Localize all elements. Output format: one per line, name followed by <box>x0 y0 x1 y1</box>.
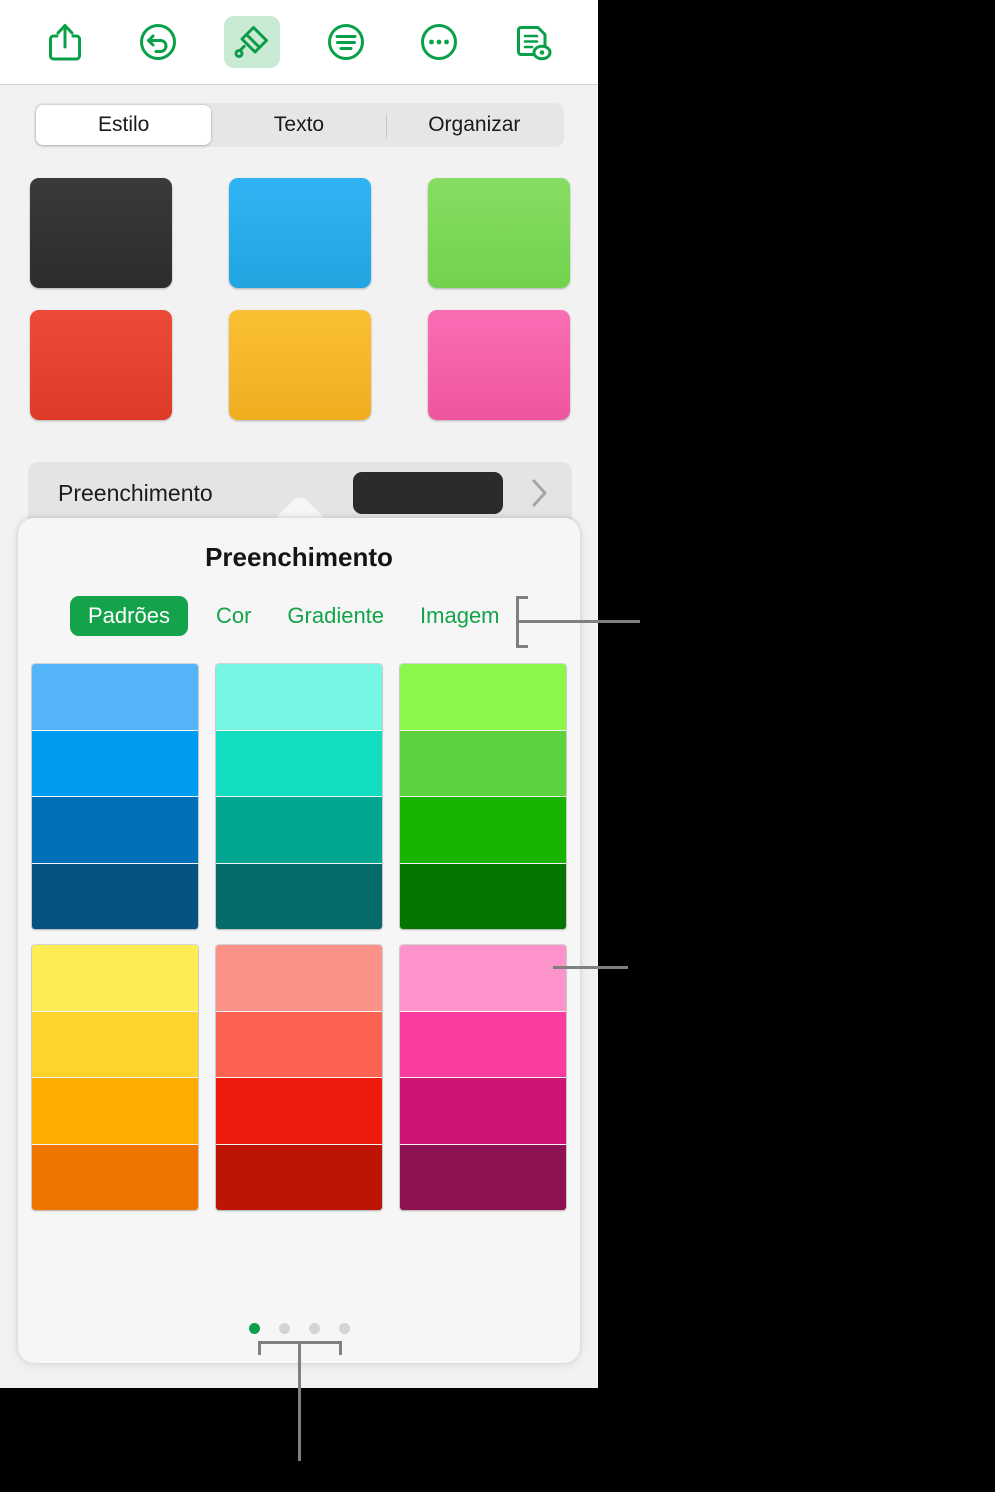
popover-arrow <box>272 488 328 520</box>
page-dot[interactable] <box>248 1322 260 1334</box>
fill-row-label: Preenchimento <box>58 480 213 506</box>
more-icon <box>420 23 458 61</box>
fill-type-gradiente[interactable]: Gradiente <box>287 603 384 629</box>
tab-estilo[interactable]: Estilo <box>36 105 212 145</box>
fill-type-tabs: Padrões Cor Gradiente Imagem <box>18 594 580 638</box>
pattern-band <box>400 664 566 731</box>
pattern-band <box>400 945 566 1012</box>
pattern-band <box>400 1144 566 1210</box>
tab-organizar-label: Organizar <box>428 113 521 136</box>
pattern-band <box>32 1078 198 1145</box>
undo-button[interactable] <box>130 16 186 68</box>
callout-pattern-leader <box>553 966 628 969</box>
toolbar <box>0 0 598 85</box>
page-dots[interactable] <box>18 1318 580 1338</box>
insert-icon <box>327 23 365 61</box>
pattern-band <box>32 730 198 797</box>
style-swatch-green[interactable] <box>428 178 570 288</box>
pattern-band <box>216 1078 382 1145</box>
tab-estilo-label: Estilo <box>97 113 150 136</box>
pattern-band <box>216 1011 382 1078</box>
style-swatch-red[interactable] <box>30 310 172 420</box>
callout-fill-types-bracket-bottom <box>516 645 528 648</box>
pattern-band <box>32 945 198 1012</box>
fill-type-cor[interactable]: Cor <box>216 603 251 629</box>
chevron-right-icon <box>530 478 550 513</box>
document-view-icon <box>514 22 552 62</box>
pattern-band <box>216 730 382 797</box>
pattern-row <box>32 945 566 1210</box>
pattern-band <box>400 1011 566 1078</box>
share-icon <box>48 22 82 62</box>
more-button[interactable] <box>411 16 467 68</box>
pattern-row <box>32 664 566 929</box>
pattern-band <box>400 797 566 864</box>
style-swatch-pink[interactable] <box>428 310 570 420</box>
page-dot[interactable] <box>338 1322 350 1334</box>
pattern-band <box>216 945 382 1012</box>
pattern-band <box>216 863 382 929</box>
share-button[interactable] <box>37 16 93 68</box>
insert-button[interactable] <box>318 16 374 68</box>
tab-texto[interactable]: Texto <box>211 105 387 145</box>
pattern-band <box>32 1011 198 1078</box>
pattern-band <box>400 730 566 797</box>
pattern-band <box>400 863 566 929</box>
pattern-turquoise[interactable] <box>216 664 382 929</box>
callout-fill-types-bracket-top <box>516 596 528 599</box>
callout-page-dots-leader <box>298 1341 301 1461</box>
page-dot[interactable] <box>308 1322 320 1334</box>
panel-tabs: Estilo Texto Organizar <box>34 103 564 147</box>
pattern-blue[interactable] <box>32 664 198 929</box>
pattern-green[interactable] <box>400 664 566 929</box>
pattern-band <box>32 863 198 929</box>
popover-title: Preenchimento <box>205 542 393 572</box>
fill-type-padroes[interactable]: Padrões <box>70 596 188 636</box>
format-panel: Estilo Texto Organizar Preenchimento Pre… <box>0 0 598 1388</box>
pattern-band <box>32 797 198 864</box>
callout-page-dots-bracket-right <box>339 1341 342 1355</box>
style-swatch-row <box>30 310 570 420</box>
pattern-band <box>216 1144 382 1210</box>
fill-color-chip[interactable] <box>353 472 503 514</box>
pattern-grid <box>32 664 566 1226</box>
style-swatch-grid <box>30 178 570 442</box>
pattern-band <box>32 1144 198 1210</box>
pattern-coral[interactable] <box>216 945 382 1210</box>
pattern-band <box>32 664 198 731</box>
undo-icon <box>139 23 177 61</box>
pattern-yellow[interactable] <box>32 945 198 1210</box>
fill-popover: Preenchimento Padrões Cor Gradiente Imag… <box>18 518 580 1363</box>
style-swatch-dark[interactable] <box>30 178 172 288</box>
pattern-band <box>216 664 382 731</box>
style-swatch-row <box>30 178 570 288</box>
style-swatch-blue[interactable] <box>229 178 371 288</box>
style-swatch-yellow[interactable] <box>229 310 371 420</box>
callout-page-dots-bracket-left <box>258 1341 261 1355</box>
document-view-button[interactable] <box>505 16 561 68</box>
callout-fill-types-leader <box>516 620 640 623</box>
pattern-band <box>216 797 382 864</box>
brush-icon <box>233 23 271 61</box>
tab-texto-label: Texto <box>273 113 325 136</box>
tab-organizar[interactable]: Organizar <box>387 105 562 145</box>
pattern-pink[interactable] <box>400 945 566 1210</box>
page-dot[interactable] <box>278 1322 290 1334</box>
fill-type-imagem[interactable]: Imagem <box>420 603 499 629</box>
format-brush-button[interactable] <box>224 16 281 68</box>
pattern-band <box>400 1078 566 1145</box>
